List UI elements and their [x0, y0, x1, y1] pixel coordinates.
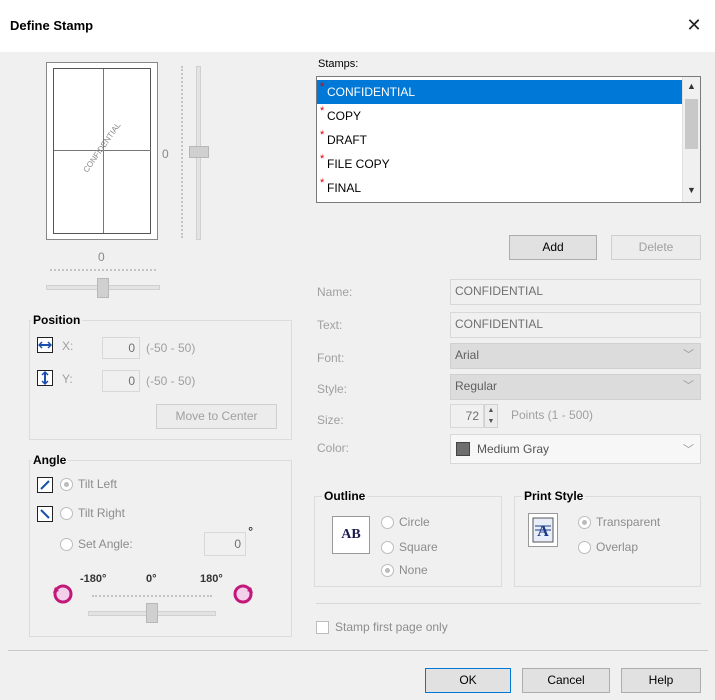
chevron-down-icon: ﹀ — [683, 444, 694, 456]
y-range: (-50 - 50) — [146, 374, 196, 388]
tilt-left-radio[interactable] — [60, 478, 73, 491]
set-angle-label: Set Angle: — [78, 537, 133, 551]
tilt-right-label: Tilt Right — [78, 506, 125, 520]
horizontal-arrows-icon — [37, 337, 53, 353]
style-label: Style: — [317, 382, 348, 396]
x-input[interactable]: 0 — [102, 337, 140, 359]
x-range: (-50 - 50) — [146, 341, 196, 355]
dialog-title: Define Stamp — [10, 18, 94, 33]
rotate-right-icon — [231, 581, 255, 608]
color-select[interactable]: Medium Gray ﹀ — [450, 434, 701, 464]
horizontal-value: 0 — [98, 250, 105, 264]
ok-button[interactable]: OK — [425, 668, 511, 693]
stamp-first-page-label: Stamp first page only — [335, 620, 448, 634]
size-label: Size: — [317, 413, 344, 427]
title-bar: Define Stamp ✕ — [0, 0, 715, 52]
text-input[interactable]: CONFIDENTIAL — [450, 312, 701, 338]
red-star-icon: * — [320, 129, 325, 141]
y-label: Y: — [62, 372, 73, 386]
delete-button[interactable]: Delete — [611, 235, 701, 260]
outline-none-label: None — [399, 563, 428, 577]
stamps-listbox[interactable]: * CONFIDENTIAL * COPY * DRAFT * FILE COP… — [316, 76, 701, 203]
outline-none-radio[interactable] — [381, 564, 394, 577]
name-label: Name: — [317, 285, 353, 299]
outline-circle-radio[interactable] — [381, 516, 394, 529]
outline-square-radio[interactable] — [381, 541, 394, 554]
transparent-label: Transparent — [596, 515, 661, 529]
scrollbar-thumb[interactable] — [685, 99, 698, 149]
footer-separator — [8, 650, 708, 651]
name-input[interactable]: CONFIDENTIAL — [450, 279, 701, 305]
red-star-icon: * — [320, 105, 325, 117]
red-star-icon: * — [320, 81, 325, 93]
set-angle-radio[interactable] — [60, 538, 73, 551]
stamp-first-page-checkbox[interactable] — [316, 621, 329, 634]
outline-circle-label: Circle — [399, 515, 430, 529]
angle-label: Angle — [31, 453, 69, 467]
separator — [316, 603, 701, 604]
cancel-button[interactable]: Cancel — [522, 668, 610, 693]
y-input[interactable]: 0 — [102, 370, 140, 392]
close-icon[interactable]: ✕ — [681, 12, 707, 38]
define-stamp-dialog: Define Stamp ✕ CONFIDENTIAL 0 0 Position… — [0, 0, 715, 700]
chevron-down-icon: ﹀ — [683, 380, 694, 392]
stamps-label: Stamps: — [318, 58, 359, 70]
tilt-right-icon — [37, 506, 53, 522]
text-label: Text: — [317, 318, 343, 332]
overlap-label: Overlap — [596, 540, 639, 554]
add-button[interactable]: Add — [509, 235, 597, 260]
stamps-scrollbar[interactable]: ▲ ▼ — [682, 77, 700, 202]
font-label: Font: — [317, 351, 345, 365]
outline-label: Outline — [322, 489, 368, 503]
horizontal-slider-ticks — [50, 269, 156, 273]
horizontal-slider-thumb[interactable] — [97, 278, 109, 298]
tilt-left-icon — [37, 477, 53, 493]
list-item-file-copy[interactable]: * FILE COPY — [317, 152, 700, 176]
outline-ab-icon: AB — [332, 516, 370, 554]
chevron-down-icon: ﹀ — [683, 349, 694, 361]
list-item-draft[interactable]: * DRAFT — [317, 128, 700, 152]
color-swatch — [456, 442, 470, 456]
position-label: Position — [31, 313, 83, 327]
rotate-left-icon — [51, 581, 75, 608]
tilt-left-label: Tilt Left — [78, 477, 117, 491]
red-star-icon: * — [320, 177, 325, 189]
help-button[interactable]: Help — [621, 668, 701, 693]
size-spinner[interactable]: ▲ ▼ — [484, 404, 498, 428]
font-select[interactable]: Arial ﹀ — [450, 343, 701, 369]
angle-max-label: 180° — [200, 573, 223, 585]
red-star-icon: * — [320, 153, 325, 165]
list-item-final[interactable]: * FINAL — [317, 176, 700, 200]
angle-mid-label: 0° — [146, 573, 157, 585]
color-label: Color: — [317, 441, 350, 455]
move-to-center-button[interactable]: Move to Center — [156, 404, 277, 429]
outline-square-label: Square — [399, 540, 438, 554]
angle-input[interactable]: 0 — [204, 532, 246, 556]
chevron-up-icon[interactable]: ▲ — [687, 81, 696, 91]
style-select[interactable]: Regular ﹀ — [450, 374, 701, 400]
vertical-arrows-icon — [37, 370, 53, 386]
angle-slider-ticks — [92, 595, 212, 599]
tilt-right-radio[interactable] — [60, 507, 73, 520]
vertical-slider-ticks — [181, 66, 185, 238]
angle-min-label: -180° — [80, 573, 107, 585]
list-item-copy[interactable]: * COPY — [317, 104, 700, 128]
degree-symbol: ° — [248, 524, 254, 539]
x-label: X: — [62, 339, 74, 353]
transparent-radio[interactable] — [578, 516, 591, 529]
vertical-slider-thumb[interactable] — [189, 146, 209, 158]
overlap-radio[interactable] — [578, 541, 591, 554]
stamp-preview: CONFIDENTIAL — [46, 62, 158, 240]
angle-slider-thumb[interactable] — [146, 603, 158, 623]
list-item-confidential[interactable]: * CONFIDENTIAL — [317, 80, 700, 104]
vertical-value: 0 — [162, 147, 169, 161]
print-style-icon: A — [528, 513, 558, 547]
size-range: Points (1 - 500) — [511, 408, 594, 422]
chevron-down-icon[interactable]: ▼ — [687, 185, 696, 195]
size-input[interactable]: 72 — [450, 404, 484, 428]
print-style-label: Print Style — [522, 489, 586, 503]
